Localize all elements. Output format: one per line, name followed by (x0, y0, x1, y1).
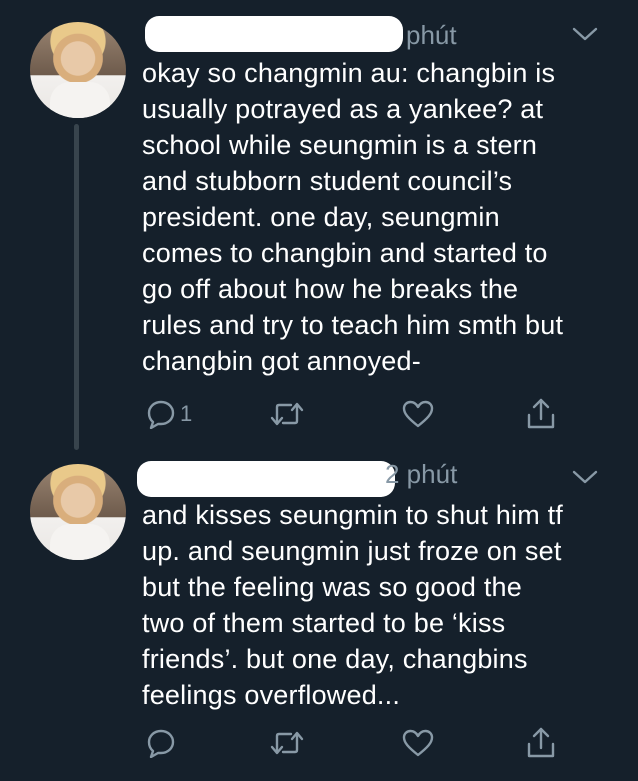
retweet-icon (270, 402, 304, 426)
tweet-text: and kisses seungmin to shut him tf up. a… (142, 500, 564, 710)
chevron-down-icon[interactable] (572, 469, 598, 485)
share-icon (527, 727, 555, 758)
share-button[interactable] (526, 725, 556, 761)
reply-icon (147, 400, 175, 429)
like-button[interactable] (402, 725, 434, 761)
share-button[interactable] (526, 396, 556, 432)
reply-icon (147, 729, 175, 758)
avatar[interactable] (30, 464, 126, 560)
reply-button[interactable] (146, 725, 180, 761)
like-button[interactable] (402, 396, 434, 432)
like-icon (402, 729, 434, 757)
tweet-time[interactable]: 2 phút (385, 459, 457, 490)
retweet-icon (270, 731, 304, 755)
tweet-header: phút (140, 12, 620, 52)
tweet-header: 2 phút (137, 455, 620, 497)
retweet-button[interactable] (270, 396, 304, 432)
tweet-text: okay so changmin au: changbin is usually… (142, 58, 564, 376)
reply-button[interactable]: 1 (146, 396, 192, 432)
reply-count: 1 (180, 401, 193, 426)
like-icon (402, 400, 434, 428)
redacted-username (137, 461, 395, 497)
tweet-actions: 1 (140, 396, 570, 436)
avatar[interactable] (30, 22, 126, 118)
tweet-actions (140, 725, 570, 765)
share-icon (527, 398, 555, 429)
tweet-time[interactable]: phút (406, 20, 457, 51)
thread-line (74, 124, 79, 450)
retweet-button[interactable] (270, 725, 304, 761)
tweet[interactable]: 2 phút and kisses seungmin to shut him t… (0, 455, 638, 781)
redacted-username (145, 16, 403, 52)
tweet[interactable]: phút okay so changmin au: changbin is us… (0, 0, 638, 455)
chevron-down-icon[interactable] (572, 26, 598, 42)
